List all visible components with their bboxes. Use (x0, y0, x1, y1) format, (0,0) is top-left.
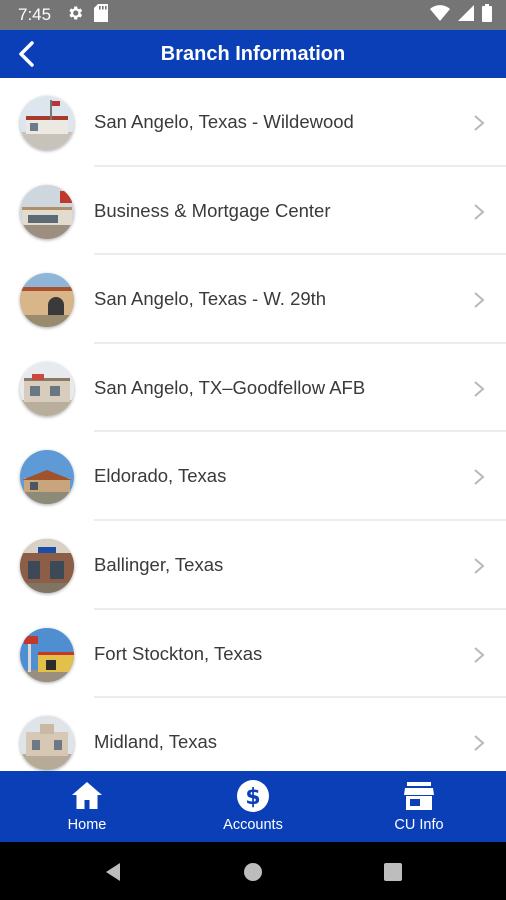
app-bar: Branch Information (0, 30, 506, 78)
back-triangle-icon[interactable] (102, 861, 124, 883)
branch-photo (20, 627, 74, 682)
settings-gear-icon (66, 4, 84, 27)
branch-name: Eldorado, Texas (94, 465, 227, 487)
nav-cu-info[interactable]: CU Info (335, 771, 503, 842)
branch-item-eldorado[interactable]: Eldorado, Texas (0, 432, 506, 521)
branch-item-ballinger[interactable]: Ballinger, Texas (0, 521, 506, 610)
chevron-right-icon (474, 558, 485, 574)
storefront-icon (404, 782, 434, 810)
page-title: Branch Information (160, 43, 346, 65)
chevron-right-icon (474, 381, 485, 397)
status-bar: 7:45 (0, 0, 506, 30)
status-time: 7:45 (18, 5, 52, 24)
nav-accounts[interactable]: $ Accounts (169, 771, 337, 842)
branch-item-wildewood[interactable]: San Angelo, Texas - Wildewood (0, 78, 506, 167)
chevron-right-icon (474, 292, 485, 308)
branch-name: Midland, Texas (94, 731, 218, 753)
home-icon (72, 782, 102, 809)
branch-item-goodfellow[interactable]: San Angelo, TX–Goodfellow AFB (0, 344, 506, 433)
chevron-right-icon (474, 469, 485, 486)
svg-text:$: $ (245, 785, 260, 810)
branch-photo (20, 96, 74, 150)
branch-photo (20, 184, 74, 239)
branch-item-w-29th[interactable]: San Angelo, Texas - W. 29th (0, 255, 506, 344)
nav-cu-info-label: CU Info (394, 817, 444, 833)
branch-name: San Angelo, Texas - Wildewood (94, 111, 354, 132)
nav-accounts-label: Accounts (223, 817, 283, 833)
chevron-right-icon (474, 646, 485, 663)
sd-card-icon (94, 3, 108, 27)
branch-photo (20, 538, 74, 593)
chevron-right-icon (474, 735, 485, 751)
chevron-right-icon (474, 203, 485, 220)
branch-photo (20, 716, 74, 771)
cell-signal-icon (458, 4, 474, 26)
nav-home[interactable]: Home (3, 771, 171, 842)
system-navigation-bar (0, 842, 506, 900)
branch-item-business-mortgage[interactable]: Business & Mortgage Center (0, 167, 506, 256)
recents-square-icon[interactable] (382, 861, 404, 883)
wifi-icon (430, 4, 450, 26)
branch-name: Business & Mortgage Center (94, 199, 331, 221)
branch-photo (20, 450, 74, 505)
home-circle-icon[interactable] (242, 861, 264, 883)
arrow-back-icon (19, 41, 34, 67)
back-button[interactable] (10, 38, 42, 70)
branch-name: Ballinger, Texas (94, 553, 224, 575)
branch-name: San Angelo, TX–Goodfellow AFB (94, 376, 366, 398)
branch-item-midland[interactable]: Midland, Texas (0, 698, 506, 771)
branch-name: San Angelo, Texas - W. 29th (94, 288, 327, 310)
branch-name: Fort Stockton, Texas (94, 642, 263, 664)
bottom-nav: Home $ Accounts CU Info (0, 771, 506, 842)
nav-home-label: Home (67, 817, 107, 833)
branch-list: San Angelo, Texas - Wildewood Business &… (0, 78, 506, 771)
dollar-icon: $ (237, 780, 269, 812)
chevron-right-icon (474, 115, 485, 131)
branch-photo (20, 361, 74, 416)
battery-icon (482, 3, 492, 27)
branch-item-fort-stockton[interactable]: Fort Stockton, Texas (0, 610, 506, 699)
branch-photo (20, 273, 74, 328)
